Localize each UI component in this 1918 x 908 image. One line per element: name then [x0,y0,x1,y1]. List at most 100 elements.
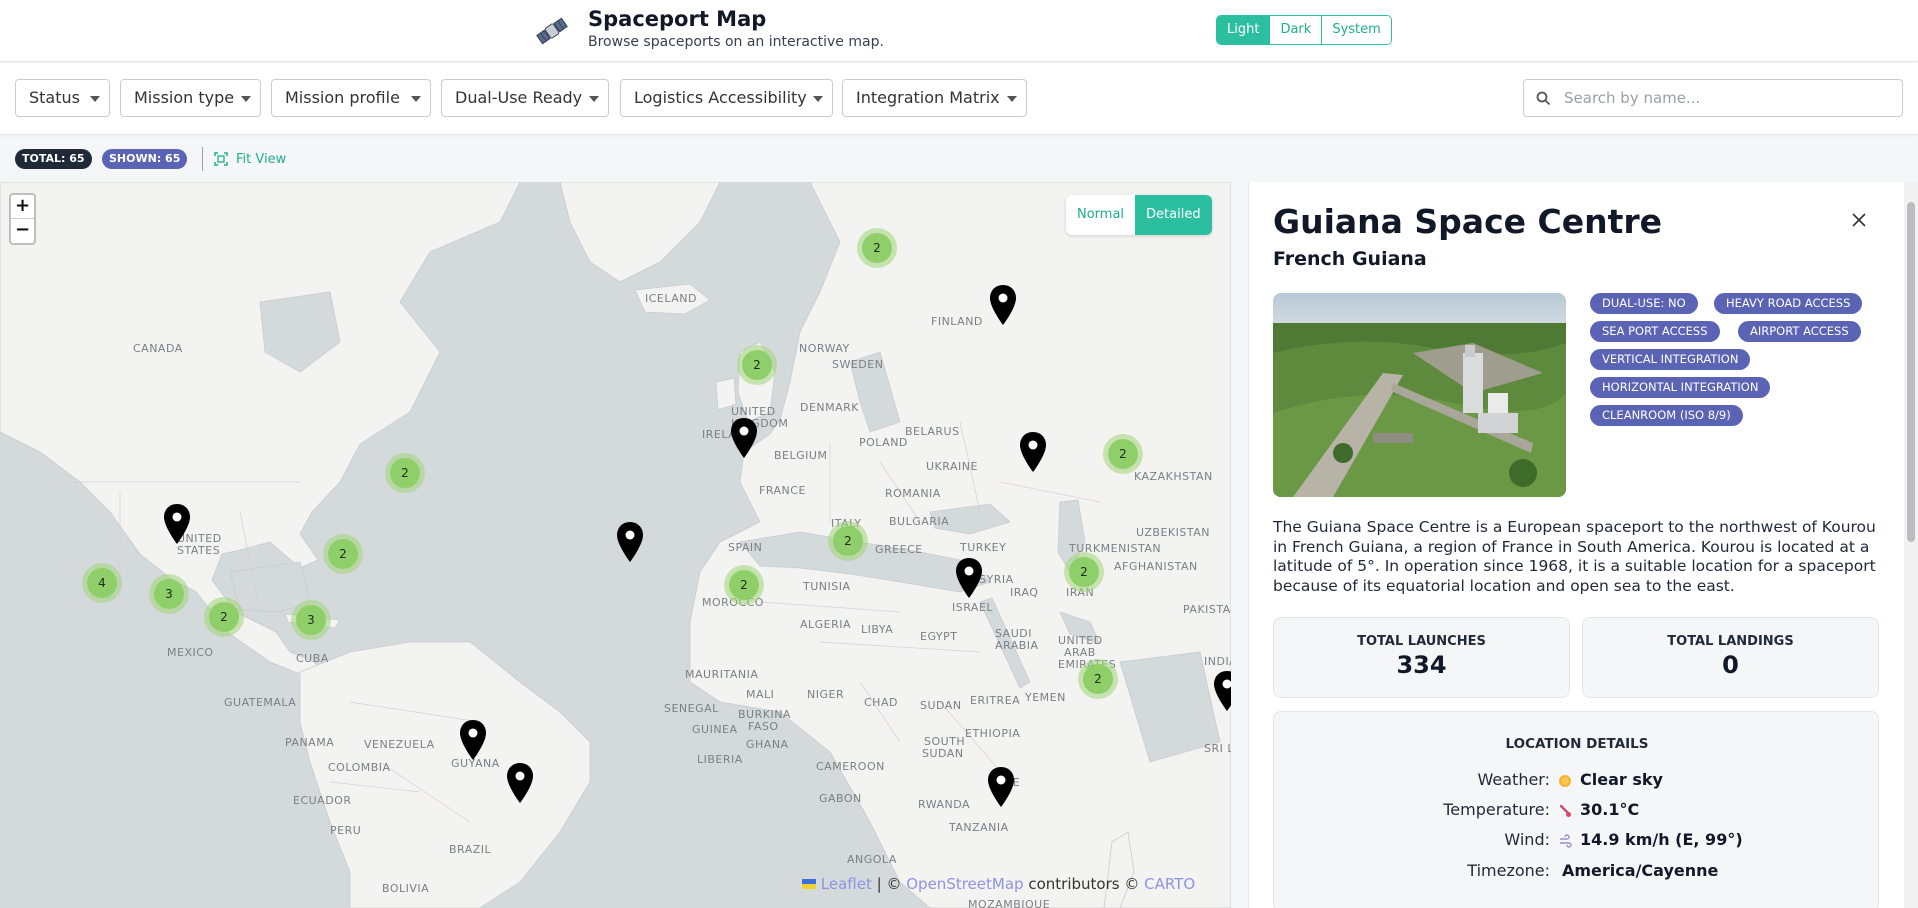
satellite-icon [536,17,568,45]
wind-icon [1560,834,1572,848]
marker-cluster[interactable]: 2 [385,453,425,493]
map-label: LIBYA [861,623,894,636]
cluster-count: 2 [1108,439,1138,469]
weather-row: Weather: Clear sky [1274,770,1880,792]
marker-cluster[interactable]: 2 [828,521,868,561]
map-label: GHANA [746,738,789,751]
view-detailed-button[interactable]: Detailed [1135,195,1212,235]
fit-view-button[interactable]: Fit View [214,149,286,169]
map-label: UKRAINE [926,460,978,473]
shown-count-badge: SHOWN: 65 [102,149,188,169]
carto-link[interactable]: CARTO [1144,875,1195,893]
total-launches-label: TOTAL LAUNCHES [1357,634,1486,649]
map-label: MALI [746,688,775,701]
spaceport-name: Guiana Space Centre [1273,202,1663,241]
map-label: GUATEMALA [224,696,297,709]
map-pin-icon[interactable] [615,521,645,563]
status-filter-label: Status [29,88,80,107]
integration-filter-dropdown[interactable]: Integration Matrix [842,79,1027,117]
map-label: ROMANIA [885,487,941,500]
marker-cluster[interactable]: 2 [737,345,777,385]
osm-link[interactable]: OpenStreetMap [906,875,1023,893]
caret-down-icon [90,96,100,102]
mission-profile-filter-dropdown[interactable]: Mission profile [271,79,431,117]
marker-cluster[interactable]: 3 [291,600,331,640]
top-header: Spaceport Map Browse spaceports on an in… [0,0,1918,62]
search-input[interactable] [1564,80,1894,116]
marker-cluster[interactable]: 4 [82,563,122,603]
map-attribution: Leaflet | © OpenStreetMap contributors ©… [802,875,1195,893]
temperature-row: Temperature: 30.1°C [1274,800,1880,822]
map-label: ANGOLA [847,853,897,866]
marker-cluster[interactable]: 2 [1064,552,1104,592]
total-landings-value: 0 [1722,651,1739,679]
status-filter-dropdown[interactable]: Status [15,79,110,117]
map-label: SRI L [1204,742,1231,755]
fit-view-label: Fit View [236,151,287,167]
marker-cluster[interactable]: 3 [149,574,189,614]
marker-cluster[interactable]: 2 [1103,434,1143,474]
theme-system-button[interactable]: System [1321,16,1391,44]
logistics-filter-label: Logistics Accessibility [634,88,807,107]
leaflet-link[interactable]: Leaflet [821,875,872,893]
zoom-out-button[interactable]: − [11,219,34,243]
map-label: INDIA [1204,655,1231,668]
map-label: CHAD [864,696,898,709]
map-pin-icon[interactable] [505,762,535,804]
scrollbar-thumb[interactable] [1907,202,1915,542]
caret-down-icon [411,96,421,102]
marker-cluster[interactable]: 2 [724,565,764,605]
map-label: KAZAKHSTAN [1134,470,1213,483]
map-pin-icon[interactable] [458,719,488,761]
map-label: COLOMBIA [328,761,391,774]
zoom-control: + − [9,193,36,245]
app-title: Spaceport Map [588,7,767,31]
caret-down-icon [589,96,599,102]
map-label: BELGIUM [774,449,828,462]
dual-use-filter-dropdown[interactable]: Dual-Use Ready [441,79,609,117]
theme-light-button[interactable]: Light [1217,16,1270,44]
tag-badge: VERTICAL INTEGRATION [1590,349,1751,370]
thermometer-icon [1559,804,1571,817]
zoom-in-button[interactable]: + [11,195,34,219]
mission-type-filter-dropdown[interactable]: Mission type [120,79,261,117]
marker-cluster[interactable]: 2 [857,228,897,268]
map-pin-icon[interactable] [1212,670,1231,712]
map-pin-icon[interactable] [954,557,984,599]
marker-cluster[interactable]: 2 [204,597,244,637]
map-label: CAMEROON [816,760,885,773]
map-label: CUBA [296,652,329,665]
location-details-card: LOCATION DETAILS Weather: Clear sky Temp… [1273,711,1879,908]
map-label: VENEZUELA [364,738,435,751]
marker-cluster[interactable]: 2 [1078,659,1118,699]
close-icon[interactable] [1849,210,1869,230]
map-label: SENEGAL [664,702,719,715]
filter-bar: Status Mission type Mission profile Dual… [0,63,1918,135]
map-label: BULGARIA [889,515,950,528]
dual-use-filter-label: Dual-Use Ready [455,88,583,107]
spaceport-region: French Guiana [1273,248,1427,270]
mission-type-filter-label: Mission type [134,88,235,107]
marker-cluster[interactable]: 2 [323,534,363,574]
search-icon [1536,91,1551,106]
cluster-count: 2 [729,570,759,600]
wind-label: Wind: [1504,830,1550,849]
map-pin-icon[interactable] [986,766,1016,808]
map-canvas[interactable]: ICELAND CANADA FINLAND NORWAY SWEDEN UNI… [0,182,1231,908]
cluster-count: 2 [742,350,772,380]
divider [202,147,203,171]
theme-dark-button[interactable]: Dark [1269,16,1322,44]
logistics-filter-dropdown[interactable]: Logistics Accessibility [620,79,833,117]
cluster-count: 2 [328,539,358,569]
map-label: PANAMA [285,736,335,749]
map-pin-icon[interactable] [162,503,192,545]
map-pin-icon[interactable] [988,284,1018,326]
map-pin-icon[interactable] [729,417,759,459]
map-label: ECUADOR [293,794,352,807]
wind-row: Wind: 14.9 km/h (E, 99°) [1274,830,1880,852]
map-pin-icon[interactable] [1018,431,1048,473]
panel-scrollbar[interactable] [1904,182,1918,908]
spaceport-description: The Guiana Space Centre is a European sp… [1273,518,1876,595]
view-normal-button[interactable]: Normal [1066,195,1135,235]
tag-badge: HEAVY ROAD ACCESS [1714,293,1863,314]
